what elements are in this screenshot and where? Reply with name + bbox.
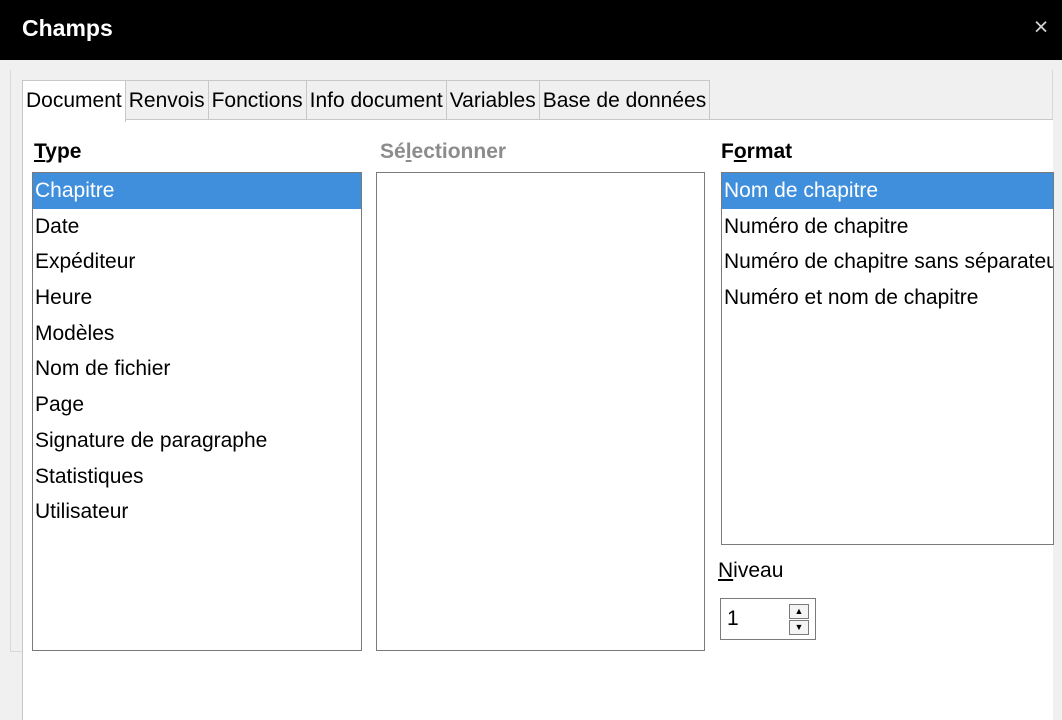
tab-document[interactable]: Document bbox=[22, 80, 126, 122]
format-item-numero-de-chapitre[interactable]: Numéro de chapitre bbox=[722, 209, 1053, 245]
type-item-expediteur[interactable]: Expéditeur bbox=[33, 244, 361, 280]
type-item-date[interactable]: Date bbox=[33, 209, 361, 245]
select-heading-post: ectionner bbox=[411, 140, 507, 163]
type-heading-rest: ype bbox=[45, 140, 82, 163]
tab-bar: Document Renvois Fonctions Info document… bbox=[22, 80, 711, 122]
type-item-utilisateur[interactable]: Utilisateur bbox=[33, 494, 361, 530]
format-item-nom-de-chapitre[interactable]: Nom de chapitre bbox=[722, 173, 1053, 209]
type-item-signature-de-paragraphe[interactable]: Signature de paragraphe bbox=[33, 423, 361, 459]
spin-up-icon[interactable]: ▲ bbox=[789, 604, 809, 619]
niveau-spinbox[interactable]: 1 ▲ ▼ bbox=[720, 598, 816, 640]
type-item-chapitre[interactable]: Chapitre bbox=[33, 173, 361, 209]
type-item-modeles[interactable]: Modèles bbox=[33, 316, 361, 352]
niveau-value[interactable]: 1 bbox=[727, 607, 739, 631]
format-heading-post: rmat bbox=[746, 140, 793, 163]
niveau-label-rest: iveau bbox=[733, 559, 784, 582]
spin-down-icon[interactable]: ▼ bbox=[789, 620, 809, 635]
type-heading: Type bbox=[34, 140, 81, 164]
niveau-label: Niveau bbox=[718, 559, 783, 583]
title-bar: Champs × bbox=[0, 0, 1062, 60]
type-item-statistiques[interactable]: Statistiques bbox=[33, 459, 361, 495]
select-heading: Sélectionner bbox=[380, 140, 506, 164]
type-item-heure[interactable]: Heure bbox=[33, 280, 361, 316]
fields-dialog: Document Renvois Fonctions Info document… bbox=[10, 70, 1054, 720]
close-icon[interactable]: × bbox=[1028, 14, 1054, 40]
type-list[interactable]: Chapitre Date Expéditeur Heure Modèles N… bbox=[32, 172, 362, 651]
select-list[interactable] bbox=[376, 172, 705, 651]
window-title: Champs bbox=[22, 15, 113, 41]
select-heading-pre: Sé bbox=[380, 140, 406, 163]
tab-fonctions[interactable]: Fonctions bbox=[207, 80, 307, 120]
tab-info-document[interactable]: Info document bbox=[305, 80, 447, 120]
type-item-nom-de-fichier[interactable]: Nom de fichier bbox=[33, 351, 361, 387]
spin-buttons: ▲ ▼ bbox=[789, 604, 809, 635]
format-item-numero-et-nom[interactable]: Numéro et nom de chapitre bbox=[722, 280, 1053, 316]
format-heading-accel: o bbox=[733, 140, 747, 163]
type-item-page[interactable]: Page bbox=[33, 387, 361, 423]
format-heading: Format bbox=[721, 140, 792, 164]
format-heading-pre: F bbox=[721, 140, 734, 163]
tab-renvois[interactable]: Renvois bbox=[124, 80, 209, 120]
type-heading-accel: T bbox=[34, 140, 46, 163]
format-item-numero-sans-separateur[interactable]: Numéro de chapitre sans séparateur bbox=[722, 244, 1053, 280]
tab-base-de-donnees[interactable]: Base de données bbox=[538, 80, 711, 120]
niveau-label-accel: N bbox=[718, 559, 734, 582]
format-list[interactable]: Nom de chapitre Numéro de chapitre Numér… bbox=[721, 172, 1054, 545]
tab-variables[interactable]: Variables bbox=[445, 80, 540, 120]
